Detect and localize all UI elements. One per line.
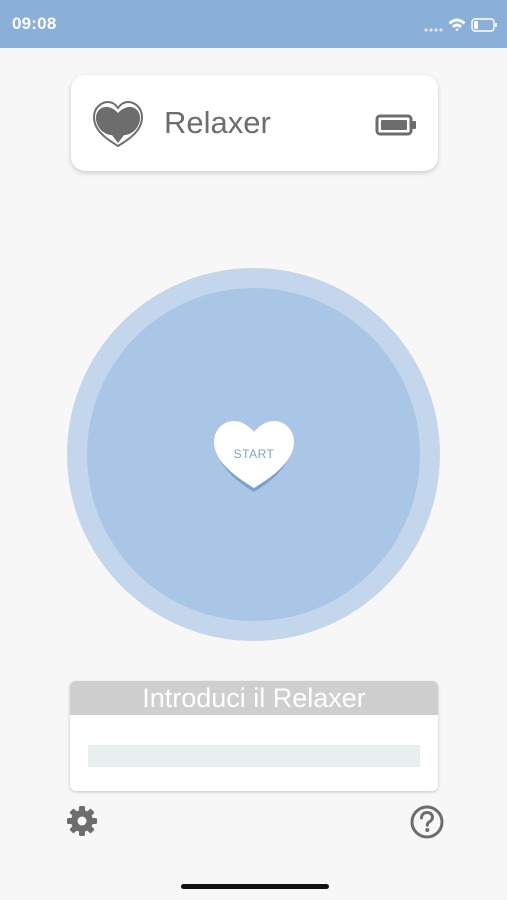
- device-battery-icon: [375, 114, 416, 136]
- signal-icon: [424, 28, 443, 32]
- intro-panel: Introduci il Relaxer: [70, 681, 438, 791]
- battery-icon: [471, 18, 497, 32]
- intro-progress-bar: [88, 745, 420, 767]
- heart-logo-icon: [92, 100, 144, 148]
- start-label: START: [233, 447, 275, 461]
- wifi-icon: [448, 18, 466, 32]
- start-button[interactable]: START: [212, 418, 296, 494]
- help-button[interactable]: [409, 804, 445, 845]
- status-bar: 09:08: [0, 0, 507, 48]
- help-circle-icon: [410, 805, 444, 839]
- home-indicator: [181, 884, 329, 889]
- gear-icon: [67, 806, 97, 836]
- app-title: Relaxer: [164, 105, 271, 140]
- settings-button[interactable]: [65, 804, 99, 843]
- intro-title: Introduci il Relaxer: [70, 681, 438, 715]
- status-time: 09:08: [12, 14, 57, 33]
- header-card: Relaxer: [71, 75, 438, 171]
